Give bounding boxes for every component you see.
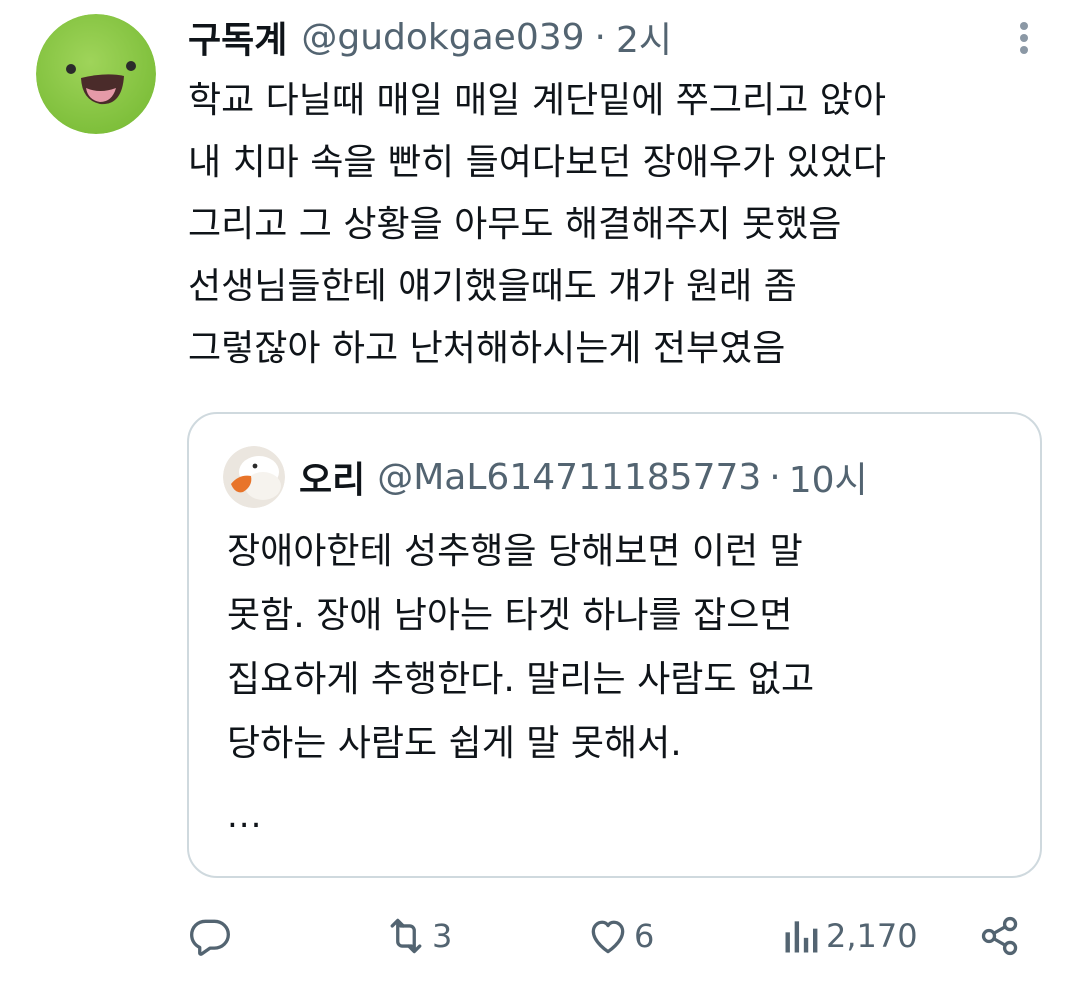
retweet-count: 3 — [432, 917, 453, 955]
quoted-display-name[interactable]: 오리 — [299, 451, 365, 503]
quoted-user-handle[interactable]: @MaL614711185773 — [377, 457, 761, 498]
views-count: 2,170 — [826, 917, 918, 955]
tweet-text-line: 학교 다닐때 매일 매일 계단밑에 쭈그리고 앉아 — [188, 80, 886, 121]
quoted-timestamp[interactable]: 10시 — [789, 451, 868, 503]
duck-avatar-icon — [223, 446, 285, 508]
quoted-more-ellipsis: ... — [227, 796, 263, 836]
tweet-text-line: 그렇잖아 하고 난처해하시는게 전부였음 — [188, 328, 786, 369]
retweet-icon — [390, 918, 422, 954]
quoted-text-line: 못함. 장애 남아는 타겟 하나를 잡으면 — [227, 595, 793, 636]
avatar[interactable] — [36, 14, 156, 134]
reply-button[interactable] — [188, 906, 232, 966]
quoted-header: 오리 @MaL614711185773 · 10시 — [299, 452, 868, 502]
heart-icon — [591, 920, 625, 954]
tweet-header: 구독계 @gudokgae039 · 2시 — [188, 11, 672, 63]
retweet-button[interactable]: 3 — [384, 906, 452, 966]
tweet-text-line: 내 치마 속을 빤히 들여다보던 장애우가 있었다 — [188, 142, 886, 183]
share-icon — [981, 916, 1018, 956]
quoted-text-line: 당하는 사람도 쉽게 말 못해서. — [227, 723, 682, 764]
tweet-text-line: 선생님들한테 얘기했을때도 걔가 원래 좀 — [188, 266, 797, 307]
quoted-text-line: 집요하게 추행한다. 말리는 사람도 없고 — [227, 659, 815, 700]
quoted-text-line: 장애아한테 성추행을 당해보면 이런 말 — [227, 531, 803, 572]
quoted-tweet-card[interactable]: 오리 @MaL614711185773 · 10시 장애아한테 성추행을 당해보… — [187, 412, 1042, 878]
share-button[interactable] — [978, 906, 1022, 966]
quoted-avatar — [223, 446, 285, 508]
views-icon — [785, 921, 818, 953]
tweet-text: 학교 다닐때 매일 매일 계단밑에 쭈그리고 앉아 내 치마 속을 빤히 들여다… — [188, 70, 1058, 380]
quoted-tweet-text: 장애아한테 성추행을 당해보면 이런 말 못함. 장애 남아는 타겟 하나를 잡… — [227, 520, 1017, 776]
separator-dot: · — [594, 16, 606, 58]
display-name[interactable]: 구독계 — [188, 11, 287, 63]
more-options-icon[interactable] — [1012, 18, 1036, 58]
separator-dot: · — [769, 456, 781, 498]
views-button[interactable]: 2,170 — [782, 906, 918, 966]
like-button[interactable]: 6 — [586, 906, 654, 966]
user-handle[interactable]: @gudokgae039 — [301, 17, 584, 58]
tweet-action-bar: 3 6 2,170 — [0, 906, 1080, 966]
tweet-text-line: 그리고 그 상황을 아무도 해결해주지 못했음 — [188, 204, 842, 245]
like-count: 6 — [634, 917, 655, 955]
reply-icon — [190, 919, 230, 956]
smiley-avatar-icon — [36, 14, 156, 134]
timestamp[interactable]: 2시 — [616, 11, 672, 63]
